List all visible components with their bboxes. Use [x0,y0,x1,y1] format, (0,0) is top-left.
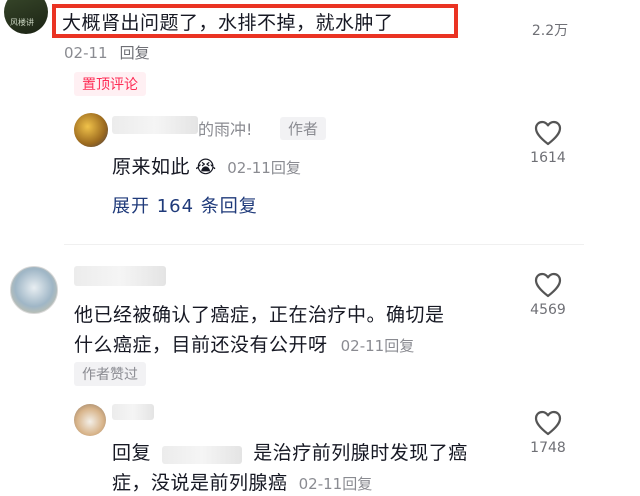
like-button[interactable]: 4569 [518,272,578,318]
pinned-badge: 置顶评论 [74,72,146,96]
reply-line1: 回复 是治疗前列腺时发现了癌 [112,438,468,465]
author-liked-badge: 作者赞过 [74,362,146,386]
heart-outline-icon [534,410,562,436]
reply-button[interactable]: 回复 [384,337,414,355]
like-count: 4569 [530,302,566,318]
reply-button[interactable]: 回复 [120,44,150,62]
reply-button[interactable]: 回复 [342,475,372,493]
heart-outline-icon [534,272,562,298]
avatar[interactable] [74,113,108,147]
like-button[interactable]: 1748 [518,410,578,456]
reply-line: 原来如此 😭 02-11回复 [112,152,301,179]
reply-text-line2: 症，没说是前列腺癌 [112,472,288,494]
reply-button[interactable]: 回复 [271,159,301,177]
crying-emoji-icon: 😭 [195,157,217,178]
like-count: 1748 [530,440,566,456]
blurred-username [112,116,198,134]
blurred-username [112,404,154,420]
reply-text: 原来如此 [112,156,191,178]
reply-date: 02-11 [227,159,271,177]
comment-text-line2: 什么癌症，目前还没有公开呀 [74,334,328,356]
reply-line2: 症，没说是前列腺癌 02-11回复 [112,468,372,495]
comment-date: 02-11 [340,337,385,355]
like-count: 2.2万 [531,23,569,39]
reply-prefix: 回复 [112,442,152,464]
like-count: 1614 [530,150,566,166]
reply-date: 02-11 [298,475,343,493]
comment-line2: 什么癌症，目前还没有公开呀 02-11回复 [74,330,414,357]
comment-text: 大概肾出问题了，水排不掉，就水肿了 [62,12,394,34]
heart-outline-icon [534,120,562,146]
like-button[interactable]: 1614 [518,120,578,166]
author-tag: 作者 [280,117,327,140]
reply-text-line1: 是治疗前列腺时发现了癌 [253,442,468,464]
comment-text-line1: 他已经被确认了癌症，正在治疗中。确切是 [74,304,445,326]
like-button[interactable]: 2.2万 [520,0,580,40]
avatar-label: 风楼讲 [10,18,34,27]
comment-date: 02-11 [64,44,108,62]
avatar[interactable]: 风楼讲 [4,0,48,34]
blurred-mention [162,445,243,464]
divider [64,244,584,245]
avatar[interactable] [74,404,106,436]
blurred-username [74,266,166,286]
expand-replies-button[interactable]: 展开 164 条回复 [112,192,258,218]
avatar[interactable] [10,266,58,314]
username-suffix: 的雨冲! [198,120,253,139]
comment-meta: 02-11 回复 [64,42,150,63]
